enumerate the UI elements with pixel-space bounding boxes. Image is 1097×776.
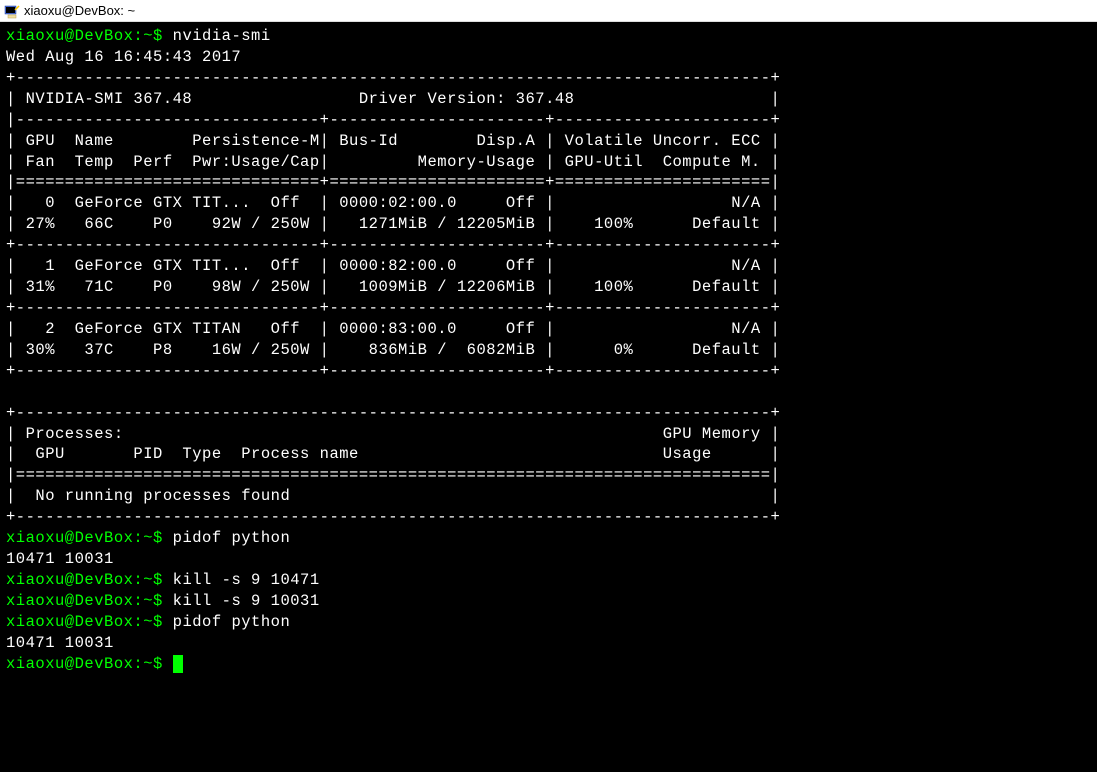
command-kill2: kill -s 9 10031 [173, 592, 320, 610]
shell-prompt: xiaoxu@DevBox:~$ [6, 592, 173, 610]
terminal-cursor[interactable] [173, 655, 183, 673]
nvidia-header-2: | Fan Temp Perf Pwr:Usage/Cap| Memory-Us… [6, 152, 1091, 173]
terminal-output[interactable]: xiaoxu@DevBox:~$ nvidia-smi Wed Aug 16 16… [0, 22, 1097, 772]
proc-header: | Processes: GPU Memory | [6, 424, 1091, 445]
shell-prompt: xiaoxu@DevBox:~$ [6, 529, 173, 547]
gpu1-row1: | 1 GeForce GTX TIT... Off | 0000:82:00.… [6, 256, 1091, 277]
proc-subheader: | GPU PID Type Process name Usage | [6, 444, 1091, 465]
sep: +---------------------------------------… [6, 403, 1091, 424]
nvidia-version-line: | NVIDIA-SMI 367.48 Driver Version: 367.… [6, 89, 1091, 110]
gpu1-row2: | 31% 71C P0 98W / 250W | 1009MiB / 1220… [6, 277, 1091, 298]
sep: +---------------------------------------… [6, 68, 1091, 89]
gpu2-row1: | 2 GeForce GTX TITAN Off | 0000:83:00.0… [6, 319, 1091, 340]
sep: +---------------------------------------… [6, 507, 1091, 528]
proc-none: | No running processes found | [6, 486, 1091, 507]
sep: |===============================+=======… [6, 172, 1091, 193]
gpu0-row2: | 27% 66C P0 92W / 250W | 1271MiB / 1220… [6, 214, 1091, 235]
window-titlebar: xiaoxu@DevBox: ~ [0, 0, 1097, 22]
nvidia-timestamp: Wed Aug 16 16:45:43 2017 [6, 47, 1091, 68]
shell-prompt: xiaoxu@DevBox:~$ [6, 27, 173, 45]
pids-output: 10471 10031 [6, 549, 1091, 570]
command-pidof-2: pidof python [173, 613, 291, 631]
sep: +-------------------------------+-------… [6, 361, 1091, 382]
command-pidof: pidof python [173, 529, 291, 547]
sep: |=======================================… [6, 465, 1091, 486]
pids-output-2: 10471 10031 [6, 633, 1091, 654]
blank [6, 382, 1091, 403]
nvidia-header-1: | GPU Name Persistence-M| Bus-Id Disp.A … [6, 131, 1091, 152]
shell-prompt: xiaoxu@DevBox:~$ [6, 613, 173, 631]
gpu0-row1: | 0 GeForce GTX TIT... Off | 0000:02:00.… [6, 193, 1091, 214]
sep: |-------------------------------+-------… [6, 110, 1091, 131]
gpu2-row2: | 30% 37C P8 16W / 250W | 836MiB / 6082M… [6, 340, 1091, 361]
command-nvidia-smi: nvidia-smi [173, 27, 271, 45]
shell-prompt: xiaoxu@DevBox:~$ [6, 571, 173, 589]
window-title: xiaoxu@DevBox: ~ [24, 2, 135, 20]
command-kill1: kill -s 9 10471 [173, 571, 320, 589]
sep: +-------------------------------+-------… [6, 235, 1091, 256]
putty-icon [4, 3, 20, 19]
sep: +-------------------------------+-------… [6, 298, 1091, 319]
shell-prompt: xiaoxu@DevBox:~$ [6, 655, 173, 673]
